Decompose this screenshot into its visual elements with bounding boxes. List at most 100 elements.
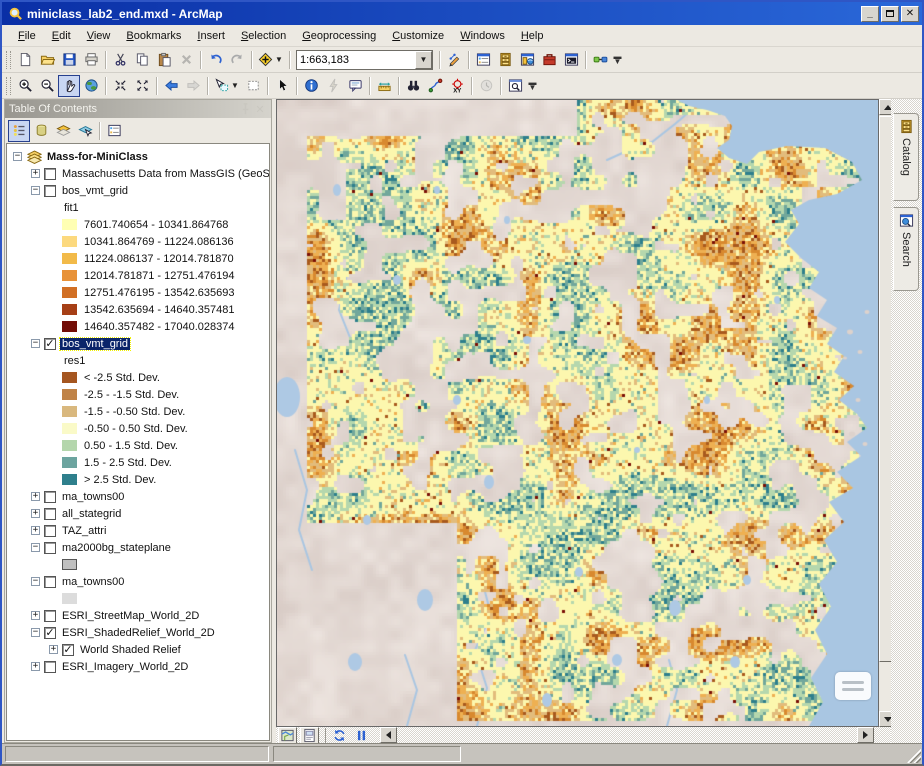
pan-hand-button[interactable] xyxy=(58,75,80,97)
toc-tree-row[interactable]: -1.5 - -0.50 Std. Dev. xyxy=(7,403,269,420)
tree-item-label[interactable]: res1 xyxy=(62,355,87,367)
tree-item-label[interactable]: 10341.864769 - 11224.086136 xyxy=(82,236,236,248)
zoom-out-button[interactable] xyxy=(36,75,58,97)
toc-header[interactable]: Table Of Contents ✕ xyxy=(5,100,271,118)
toolbar-grip[interactable] xyxy=(6,77,11,95)
identify-button[interactable] xyxy=(300,75,322,97)
clear-selection-button[interactable] xyxy=(242,75,264,97)
toc-tree-row[interactable]: < -2.5 Std. Dev. xyxy=(7,369,269,386)
collapse-icon[interactable]: − xyxy=(31,339,40,348)
select-elements-button[interactable] xyxy=(271,75,293,97)
refresh-button[interactable] xyxy=(330,727,349,744)
list-by-selection-button[interactable] xyxy=(74,120,96,142)
layer-checkbox[interactable] xyxy=(44,185,56,197)
add-data-button[interactable]: ▼ xyxy=(255,49,286,71)
tree-item-label[interactable]: 11224.086137 - 12014.781870 xyxy=(82,253,236,265)
dropdown-caret-icon[interactable]: ▼ xyxy=(275,55,284,64)
viewer-window-button[interactable] xyxy=(504,75,526,97)
toc-tree-row[interactable]: fit1 xyxy=(7,199,269,216)
redo-button[interactable] xyxy=(226,49,248,71)
toc-tree-row[interactable] xyxy=(7,556,269,573)
close-button[interactable]: ✕ xyxy=(901,6,919,22)
toc-close-icon[interactable]: ✕ xyxy=(253,103,267,116)
toc-tree-row[interactable]: 10341.864769 - 11224.086136 xyxy=(7,233,269,250)
toc-tree-row[interactable]: 1.5 - 2.5 Std. Dev. xyxy=(7,454,269,471)
tree-item-label[interactable]: -0.50 - 0.50 Std. Dev. xyxy=(82,423,190,435)
tree-item-label[interactable]: 12014.781871 - 12751.476194 xyxy=(82,270,236,282)
tree-item-label[interactable]: ESRI_Imagery_World_2D xyxy=(60,661,190,673)
copy-button[interactable] xyxy=(131,49,153,71)
layer-checkbox[interactable] xyxy=(44,542,56,554)
toc-tree-row[interactable]: 11224.086137 - 12014.781870 xyxy=(7,250,269,267)
tree-item-label[interactable]: -1.5 - -0.50 Std. Dev. xyxy=(82,406,187,418)
toc-options-button[interactable] xyxy=(103,120,125,142)
layer-checkbox[interactable] xyxy=(44,576,56,588)
expand-icon[interactable]: + xyxy=(31,169,40,178)
selected-layer-label[interactable]: bos_vmt_grid xyxy=(60,338,130,350)
layer-checkbox[interactable] xyxy=(44,491,56,503)
titlebar[interactable]: miniclass_lab2_end.mxd - ArcMap _ ✕ xyxy=(2,2,922,25)
list-by-source-button[interactable] xyxy=(30,120,52,142)
tree-item-label[interactable]: -2.5 - -1.5 Std. Dev. xyxy=(82,389,181,401)
pin-icon[interactable] xyxy=(237,101,253,117)
toolbar-overflow-button[interactable]: ▬▼ xyxy=(611,49,624,71)
toc-tree-row[interactable]: +✓World Shaded Relief xyxy=(7,641,269,658)
toc-tree-row[interactable]: 12751.476195 - 13542.635693 xyxy=(7,284,269,301)
expand-icon[interactable]: + xyxy=(31,662,40,671)
toc-tree-row[interactable]: −bos_vmt_grid xyxy=(7,182,269,199)
map-scale-combobox[interactable]: ▼ xyxy=(296,50,433,70)
menu-customize[interactable]: Customize xyxy=(384,28,452,44)
measure-ruler-button[interactable] xyxy=(373,75,395,97)
layer-checkbox[interactable]: ✓ xyxy=(62,644,74,656)
map-canvas[interactable] xyxy=(277,100,878,726)
tab-catalog[interactable]: Catalog xyxy=(893,113,919,201)
find-route-button[interactable] xyxy=(424,75,446,97)
map-scale-input[interactable] xyxy=(297,52,415,68)
expand-icon[interactable]: + xyxy=(31,509,40,518)
toc-tree-row[interactable]: − ma_towns00 xyxy=(7,573,269,590)
back-arrow-button[interactable] xyxy=(160,75,182,97)
layer-checkbox[interactable]: ✓ xyxy=(44,338,56,350)
tree-item-label[interactable]: fit1 xyxy=(62,202,81,214)
toc-tree-row[interactable]: 12014.781871 - 12751.476194 xyxy=(7,267,269,284)
toc-tree-row[interactable]: +TAZ_attri xyxy=(7,522,269,539)
time-slider-button[interactable] xyxy=(475,75,497,97)
toc-tree-row[interactable]: −ma2000bg_stateplane xyxy=(7,539,269,556)
new-document-button[interactable] xyxy=(14,49,36,71)
tree-item-label[interactable]: ma2000bg_stateplane xyxy=(60,542,173,554)
menu-help[interactable]: Help xyxy=(513,28,552,44)
undo-button[interactable] xyxy=(204,49,226,71)
collapse-icon[interactable]: − xyxy=(31,577,40,586)
open-folder-button[interactable] xyxy=(36,49,58,71)
toc-tree-row[interactable]: 14640.357482 - 17040.028374 xyxy=(7,318,269,335)
menu-file[interactable]: File xyxy=(10,28,44,44)
list-by-visibility-button[interactable] xyxy=(52,120,74,142)
menu-edit[interactable]: Edit xyxy=(44,28,79,44)
layer-checkbox[interactable] xyxy=(44,168,56,180)
collapse-icon[interactable]: − xyxy=(31,186,40,195)
fixed-zoom-in-button[interactable] xyxy=(109,75,131,97)
toc-window-button[interactable] xyxy=(472,49,494,71)
tab-search[interactable]: Search xyxy=(893,207,919,291)
layout-view-button[interactable] xyxy=(300,727,319,744)
toc-tree-row[interactable]: -0.50 - 0.50 Std. Dev. xyxy=(7,420,269,437)
menu-selection[interactable]: Selection xyxy=(233,28,294,44)
minimize-button[interactable]: _ xyxy=(861,6,879,22)
go-to-xy-button[interactable]: XY xyxy=(446,75,468,97)
menu-view[interactable]: View xyxy=(79,28,119,44)
maximize-button[interactable] xyxy=(881,6,899,22)
modelbuilder-button[interactable] xyxy=(589,49,611,71)
tree-item-label[interactable]: 1.5 - 2.5 Std. Dev. xyxy=(82,457,174,469)
toc-tree-row[interactable]: +Massachusetts Data from MassGIS (GeoS xyxy=(7,165,269,182)
toc-tree-row[interactable]: > 2.5 Std. Dev. xyxy=(7,471,269,488)
tree-item-label[interactable]: ma_towns00 xyxy=(60,576,126,588)
toolbar-overflow-button[interactable]: ▬▼ xyxy=(526,75,539,97)
layer-checkbox[interactable] xyxy=(44,525,56,537)
layer-checkbox[interactable] xyxy=(44,661,56,673)
cut-button[interactable] xyxy=(109,49,131,71)
tree-item-label[interactable]: ESRI_StreetMap_World_2D xyxy=(60,610,201,622)
scale-dropdown-button[interactable]: ▼ xyxy=(415,51,432,69)
tree-item-label[interactable]: > 2.5 Std. Dev. xyxy=(82,474,158,486)
toc-tree-row[interactable]: −✓ESRI_ShadedRelief_World_2D xyxy=(7,624,269,641)
toc-tree-row[interactable]: 0.50 - 1.5 Std. Dev. xyxy=(7,437,269,454)
